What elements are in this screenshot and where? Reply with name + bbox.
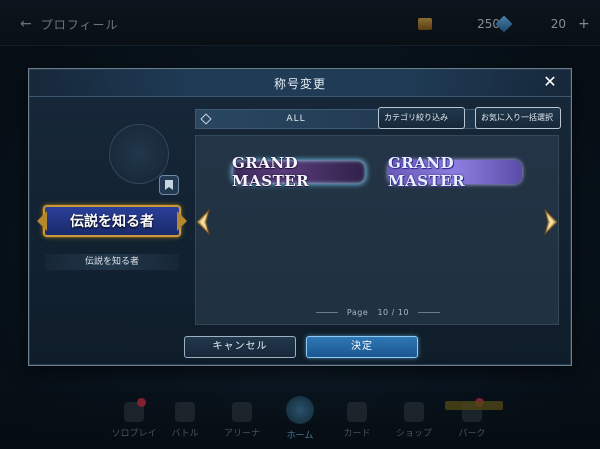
divider <box>315 312 338 313</box>
badge-cap-left <box>37 211 47 231</box>
close-button[interactable]: ✕ <box>541 73 559 91</box>
favorite-bulk-select-button[interactable]: お気に入り一括選択 <box>475 107 561 129</box>
chevron-left-icon <box>196 209 210 235</box>
badge-cap-right <box>177 211 187 231</box>
cancel-button[interactable]: キャンセル <box>184 336 296 358</box>
page-indicator: Page 10 / 10 <box>196 308 560 317</box>
dialog-title: 称号変更 <box>273 77 326 91</box>
filter-label[interactable]: ALL <box>196 114 396 124</box>
page-value: 10 / 10 <box>377 308 410 317</box>
title-tile-text: GRAND MASTER <box>388 154 466 190</box>
title-tile[interactable]: GRAND MASTER <box>388 154 522 190</box>
current-title-name: 伝説を知る者 <box>45 254 179 270</box>
title-grid: GRAND MASTER GRAND MASTER Page 10 / 10 <box>195 135 559 325</box>
title-tile-text: GRAND MASTER <box>232 154 310 190</box>
bookmark-icon <box>165 180 173 190</box>
page-label: Page <box>346 308 369 317</box>
filter-bar: ALL カテゴリ絞り込み お気に入り一括選択 <box>195 107 561 129</box>
current-title-badge-text: 伝説を知る者 <box>70 214 154 230</box>
category-filter-button[interactable]: カテゴリ絞り込み <box>378 107 465 129</box>
next-page-button[interactable] <box>541 209 559 235</box>
previous-page-button[interactable] <box>195 209 213 235</box>
divider <box>418 312 441 313</box>
bookmark-button[interactable] <box>159 175 179 195</box>
current-title-badge: 伝説を知る者 <box>37 205 187 237</box>
title-change-dialog: 称号変更 ✕ 伝説を知る者 伝説を知る者 ALL カテゴリ絞り込み お気に入り一… <box>28 68 572 366</box>
title-tile[interactable]: GRAND MASTER <box>232 154 366 190</box>
chevron-right-icon <box>544 209 558 235</box>
dialog-header: 称号変更 ✕ <box>29 69 571 97</box>
confirm-button[interactable]: 決定 <box>306 336 418 358</box>
